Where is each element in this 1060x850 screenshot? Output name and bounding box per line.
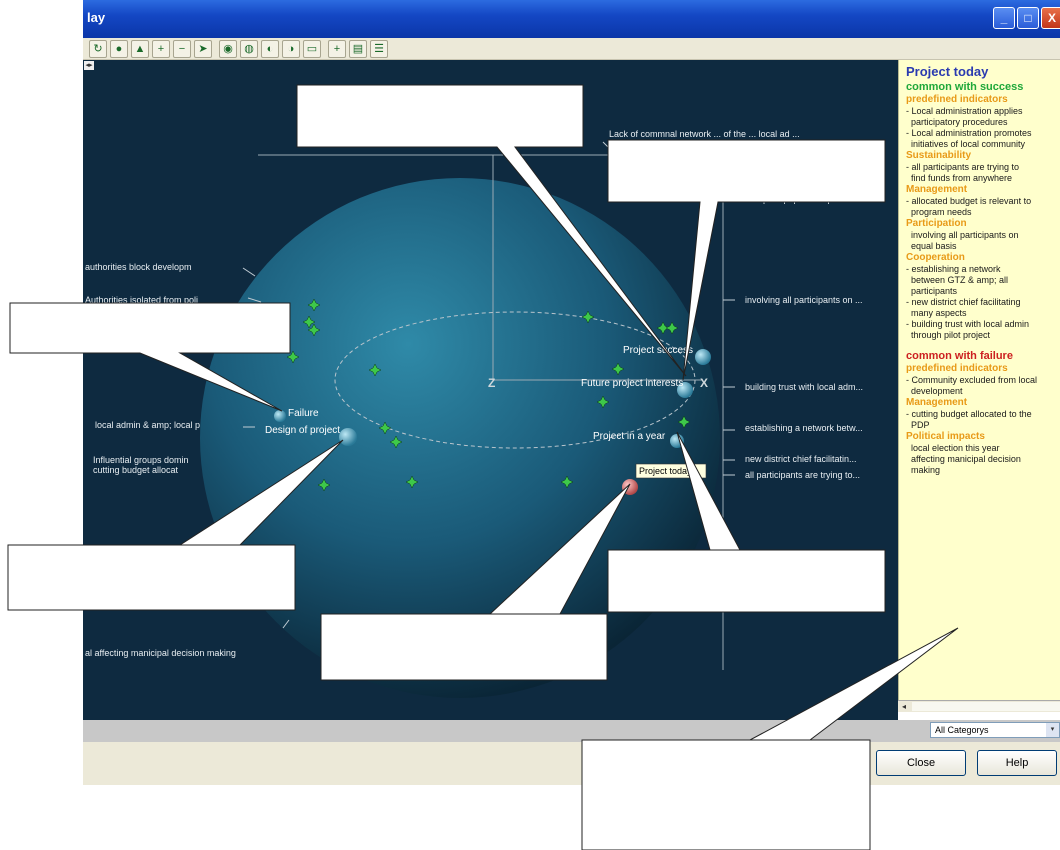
chevron-down-icon[interactable]: ▾ <box>1046 723 1059 737</box>
panel-body: common with success predefined indicators… <box>906 81 1060 476</box>
status-strip <box>83 720 1060 742</box>
globe-icon[interactable]: ◍ <box>240 40 258 58</box>
panel-item: participants <box>906 286 958 296</box>
panel-item: find funds from anywhere <box>906 173 1013 183</box>
bug-icon[interactable]: ● <box>110 40 128 58</box>
globe-left-icon[interactable]: ◐ <box>261 40 279 58</box>
top-label: Lack of commnal network ... of the ... l… <box>609 129 800 139</box>
scroll-left-icon[interactable]: ◂ <box>898 701 910 712</box>
success-label: Project success <box>623 345 693 356</box>
panel-item: making <box>906 465 941 475</box>
design-label: Design of project <box>265 425 340 436</box>
category-heading: Management <box>906 184 968 195</box>
panel-item: affecting manicipal decision <box>906 454 1021 464</box>
panel-item: many aspects <box>906 308 967 318</box>
axis-z-label: Z <box>488 376 495 390</box>
panel-item: between GTZ & amp; all <box>906 275 1009 285</box>
panel-item: participatory procedures <box>906 117 1008 127</box>
category-heading: Cooperation <box>906 252 965 263</box>
left-label: Influential groups domin <box>93 455 189 465</box>
panel-item: development <box>906 386 963 396</box>
panel-item: - new district chief facilitating <box>906 297 1021 307</box>
panel-item: - Local administration promotes <box>906 128 1032 138</box>
pointer-icon[interactable]: ➤ <box>194 40 212 58</box>
zoom-out-icon[interactable]: − <box>173 40 191 58</box>
maximize-button[interactable]: □ <box>1017 7 1039 29</box>
zoom-in-icon[interactable]: + <box>152 40 170 58</box>
panel-item: PDP <box>906 420 930 430</box>
tooltip-label: Project today <box>639 466 692 476</box>
panel-item: - establishing a network <box>906 264 1001 274</box>
document-icon[interactable]: ▤ <box>349 40 367 58</box>
category-heading: Political impacts <box>906 431 985 442</box>
category-dropdown-value: All Categorys <box>935 725 989 735</box>
add-icon[interactable]: + <box>328 40 346 58</box>
panel-item: - cutting budget allocated to the <box>906 409 1032 419</box>
window-title: lay <box>87 10 106 25</box>
list-icon[interactable]: ☰ <box>370 40 388 58</box>
title-bar[interactable]: lay _ □ X <box>83 0 1060 38</box>
panel-item: - Local administration applies <box>906 106 1023 116</box>
panel-item: - Community excluded from local <box>906 375 1038 385</box>
category-heading: Management <box>906 397 968 408</box>
panel-item: involving all participants on <box>906 230 1019 240</box>
close-button[interactable]: Close <box>876 750 966 776</box>
left-label: Authorities isolated from poli <box>85 295 198 305</box>
category-heading: predefined indicators <box>906 94 1008 105</box>
section-heading-failure: common with failure <box>906 350 1013 362</box>
right-label: all participants are trying to... <box>745 470 860 480</box>
layer-icon[interactable]: ▭ <box>303 40 321 58</box>
panel-item: equal basis <box>906 241 957 251</box>
panel-item: - allocated budget is relevant to <box>906 196 1032 206</box>
right-label: new district chief facilitatin... <box>745 454 857 464</box>
panel-item: local election this year <box>906 443 1000 453</box>
toolbar: ↻ ● ▲ + − ➤ ◉ ◍ ◐ ◑ ▭ + ▤ ☰ <box>83 38 1060 60</box>
scrollbar-thumb[interactable] <box>912 702 1060 711</box>
page: { "window": { "title": "lay", "minimize_… <box>0 0 1060 850</box>
panel-item: program needs <box>906 207 972 217</box>
chart-icon[interactable]: ▲ <box>131 40 149 58</box>
rotate-icon[interactable]: ◉ <box>219 40 237 58</box>
panel-item: - all participants are trying to <box>906 162 1020 172</box>
today-label: Project in a year <box>593 431 666 442</box>
future-label: Future project interests <box>581 378 683 389</box>
section-heading-success: common with success <box>906 81 1024 93</box>
panel-item: - building trust with local admin <box>906 319 1030 329</box>
left-label: local admin & amp; local p <box>95 420 200 430</box>
project-today-node[interactable] <box>622 479 638 495</box>
globe-right-icon[interactable]: ◑ <box>282 40 300 58</box>
failure-label: Failure <box>288 408 319 419</box>
left-label: al affecting manicipal decision making <box>85 648 236 658</box>
right-label: The poor population partic <box>745 194 850 204</box>
panel-title: Project today <box>906 64 989 79</box>
minimize-button[interactable]: _ <box>993 7 1015 29</box>
failure-node[interactable] <box>274 410 286 422</box>
axis-x-label: X <box>700 376 708 390</box>
help-button[interactable]: Help <box>977 750 1057 776</box>
close-window-button[interactable]: X <box>1041 7 1060 29</box>
design-node[interactable] <box>339 428 357 446</box>
success-node[interactable] <box>695 349 711 365</box>
left-label: cutting budget allocat <box>93 465 179 475</box>
refresh-icon[interactable]: ↻ <box>89 40 107 58</box>
today-node[interactable] <box>670 434 684 448</box>
panel-item: initiatives of local community <box>906 139 1026 149</box>
info-panel[interactable]: Project today common with success predefi… <box>898 60 1060 710</box>
sphere-visualization[interactable]: Z X authorities block developm Authoriti… <box>83 60 898 720</box>
horizontal-scrollbar[interactable]: ◂ <box>898 700 1060 712</box>
right-label: building trust with local adm... <box>745 382 863 392</box>
category-heading: Sustainability <box>906 150 972 161</box>
category-dropdown[interactable]: All Categorys ▾ <box>930 722 1060 738</box>
right-label: establishing a network betw... <box>745 423 863 433</box>
category-heading: Participation <box>906 218 967 229</box>
panel-item: through pilot project <box>906 330 991 340</box>
category-heading: predefined indicators <box>906 363 1008 374</box>
right-label: involving all participants on ... <box>745 295 863 305</box>
left-label: authorities block developm <box>85 262 192 272</box>
